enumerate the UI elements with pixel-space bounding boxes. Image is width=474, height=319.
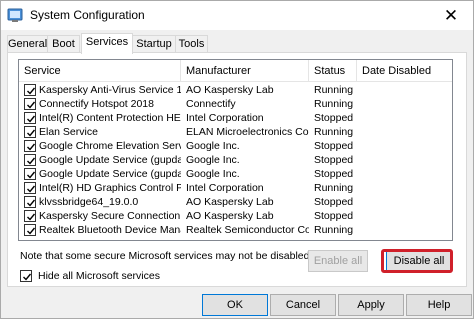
- cell-status: Running: [314, 182, 354, 194]
- secure-services-note: Note that some secure Microsoft services…: [20, 250, 313, 262]
- cell-manufacturer: AO Kaspersky Lab: [186, 84, 274, 96]
- cell-manufacturer: ELAN Microelectronics Corp.: [186, 126, 309, 138]
- cell-service: Kaspersky Anti-Virus Service 19....: [39, 84, 181, 96]
- service-checkbox[interactable]: [24, 98, 36, 110]
- tab-services[interactable]: Services: [81, 33, 133, 54]
- cell-date-disabled: [362, 181, 452, 195]
- tab-startup[interactable]: Startup: [132, 35, 176, 53]
- cell-status: Stopped: [314, 168, 354, 180]
- column-date-disabled[interactable]: Date Disabled: [357, 60, 452, 82]
- cell-date-disabled: [362, 153, 452, 167]
- services-list[interactable]: Service Manufacturer Status Date Disable…: [18, 59, 453, 241]
- disable-all-highlight: [381, 249, 453, 273]
- service-checkbox[interactable]: [24, 196, 36, 208]
- table-row[interactable]: Intel(R) HD Graphics Control Pa... Intel …: [19, 181, 452, 195]
- cell-status: Running: [314, 84, 354, 96]
- cell-service: Google Update Service (gupdate): [39, 154, 181, 166]
- tab-tools[interactable]: Tools: [175, 35, 208, 53]
- cell-service: Google Update Service (gupdatem): [39, 168, 181, 180]
- column-manufacturer[interactable]: Manufacturer: [181, 60, 309, 82]
- cell-status: Running: [314, 126, 354, 138]
- window-title: System Configuration: [30, 8, 145, 22]
- system-configuration-window: System Configuration ✕ General Boot Serv…: [0, 0, 474, 319]
- cell-manufacturer: Google Inc.: [186, 140, 240, 152]
- service-checkbox[interactable]: [24, 168, 36, 180]
- cell-date-disabled: [362, 83, 452, 97]
- enable-all-button[interactable]: Enable all: [308, 250, 368, 272]
- cell-date-disabled: [362, 139, 452, 153]
- cell-date-disabled: [362, 111, 452, 125]
- service-checkbox[interactable]: [24, 84, 36, 96]
- cell-manufacturer: AO Kaspersky Lab: [186, 210, 274, 222]
- cancel-button[interactable]: Cancel: [270, 294, 336, 316]
- cell-service: Connectify Hotspot 2018: [39, 98, 154, 110]
- cell-manufacturer: Intel Corporation: [186, 182, 264, 194]
- column-service[interactable]: Service: [19, 60, 181, 82]
- ok-button[interactable]: OK: [202, 294, 268, 316]
- cell-manufacturer: Google Inc.: [186, 168, 240, 180]
- cell-status: Stopped: [314, 196, 354, 208]
- cell-status: Stopped: [314, 210, 354, 222]
- table-row[interactable]: Elan Service ELAN Microelectronics Corp. R…: [19, 125, 452, 139]
- cell-service: Google Chrome Elevation Service: [39, 140, 181, 152]
- service-checkbox[interactable]: [24, 210, 36, 222]
- table-row[interactable]: Connectify Hotspot 2018 Connectify Running: [19, 97, 452, 111]
- close-icon[interactable]: ✕: [429, 1, 473, 30]
- table-row[interactable]: Kaspersky Anti-Virus Service 19.... AO Ka…: [19, 83, 452, 97]
- list-header: Service Manufacturer Status Date Disable…: [19, 60, 452, 82]
- tab-boot[interactable]: Boot: [47, 35, 80, 53]
- cell-date-disabled: [362, 167, 452, 181]
- table-row[interactable]: Google Update Service (gupdate) Google In…: [19, 153, 452, 167]
- title-bar: System Configuration ✕: [1, 1, 473, 30]
- apply-button[interactable]: Apply: [338, 294, 404, 316]
- tab-general[interactable]: General: [7, 35, 48, 53]
- table-row[interactable]: Kaspersky Secure Connection S... AO Kaspe…: [19, 209, 452, 223]
- service-checkbox[interactable]: [24, 182, 36, 194]
- cell-service: Elan Service: [39, 126, 98, 138]
- table-row[interactable]: klvssbridge64_19.0.0 AO Kaspersky Lab Stop…: [19, 195, 452, 209]
- cell-status: Stopped: [314, 112, 354, 124]
- cell-date-disabled: [362, 195, 452, 209]
- cell-date-disabled: [362, 125, 452, 139]
- cell-date-disabled: [362, 223, 452, 237]
- cell-manufacturer: Realtek Semiconductor Corp.: [186, 224, 309, 236]
- service-checkbox[interactable]: [24, 112, 36, 124]
- cell-manufacturer: Intel Corporation: [186, 112, 264, 124]
- cell-status: Running: [314, 98, 354, 110]
- msconfig-app-icon: [7, 7, 23, 23]
- table-row[interactable]: Intel(R) Content Protection HEC... Intel …: [19, 111, 452, 125]
- service-checkbox[interactable]: [24, 224, 36, 236]
- service-checkbox[interactable]: [24, 126, 36, 138]
- service-checkbox[interactable]: [24, 140, 36, 152]
- cell-status: Running: [314, 224, 354, 236]
- table-row[interactable]: Realtek Bluetooth Device Manag... Realtek…: [19, 223, 452, 237]
- table-row[interactable]: Google Update Service (gupdatem) Google I…: [19, 167, 452, 181]
- column-status[interactable]: Status: [309, 60, 357, 82]
- cell-service: Intel(R) Content Protection HEC...: [39, 112, 181, 124]
- help-button[interactable]: Help: [406, 294, 472, 316]
- cell-status: Stopped: [314, 154, 354, 166]
- cell-service: klvssbridge64_19.0.0: [39, 196, 139, 208]
- cell-status: Stopped: [314, 140, 354, 152]
- cell-service: Realtek Bluetooth Device Manag...: [39, 224, 181, 236]
- table-row[interactable]: Google Chrome Elevation Service Google In…: [19, 139, 452, 153]
- cell-service: Intel(R) HD Graphics Control Pa...: [39, 182, 181, 194]
- service-checkbox[interactable]: [24, 154, 36, 166]
- cell-date-disabled: [362, 209, 452, 223]
- hide-ms-checkbox[interactable]: [20, 270, 32, 282]
- cell-manufacturer: Google Inc.: [186, 154, 240, 166]
- cell-service: Kaspersky Secure Connection S...: [39, 210, 181, 222]
- cell-date-disabled: [362, 97, 452, 111]
- hide-ms-label: Hide all Microsoft services: [38, 270, 160, 282]
- cell-manufacturer: Connectify: [186, 98, 236, 110]
- cell-manufacturer: AO Kaspersky Lab: [186, 196, 274, 208]
